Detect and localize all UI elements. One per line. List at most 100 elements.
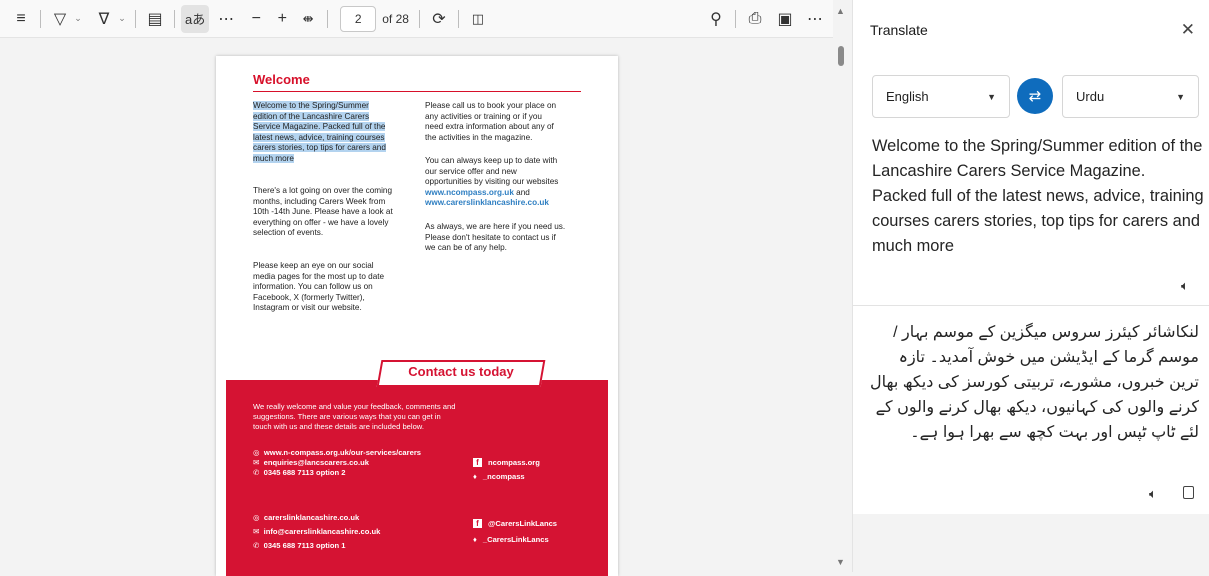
save-icon[interactable]: ▣: [772, 5, 798, 33]
text-line: 10th -14th June. Please have a look at: [253, 207, 393, 216]
add-text-icon[interactable]: ▤: [142, 5, 168, 33]
heading-rule: [253, 91, 581, 92]
more-tools-icon[interactable]: ⋯: [213, 5, 239, 33]
ncompass-social: f ncompass.org ♦ _ncompass: [473, 456, 613, 484]
text-line: We really welcome and value your feedbac…: [253, 402, 456, 411]
speaker-icon[interactable]: 🔈︎: [1149, 486, 1157, 502]
toolbar-divider: [457, 9, 459, 28]
vertical-scrollbar[interactable]: ▲ ▼: [833, 0, 848, 572]
ncompass-phone: 0345 688 7113 option 2: [263, 468, 346, 477]
text-line[interactable]: latest news, advice, training courses: [253, 132, 385, 142]
text-line: touch with us and these details are incl…: [253, 422, 424, 431]
panel-header: Translate ✕: [853, 0, 1209, 60]
text-line[interactable]: Service Magazine. Packed full of the: [253, 122, 386, 131]
draw-icon[interactable]: ∇: [91, 5, 117, 33]
contact-title: Contact us today: [408, 364, 514, 379]
ncompass-website[interactable]: www.n-compass.org.uk/our-services/carers: [264, 448, 421, 457]
toolbar-divider: [418, 9, 420, 28]
source-language-label: English: [886, 89, 929, 104]
panel-divider: [853, 305, 1209, 306]
toolbar-divider: [327, 9, 329, 28]
col1-highlighted-paragraph[interactable]: Welcome to the Spring/Summer edition of …: [253, 101, 413, 164]
ncompass-twitter[interactable]: _ncompass: [483, 472, 525, 481]
page-count: of 28: [382, 11, 409, 26]
text-line: You can always keep up to date with: [425, 156, 558, 165]
col2-paragraph-3: As always, we are here if you need us. P…: [425, 222, 595, 254]
facebook-icon: f: [473, 458, 482, 467]
carerslink-facebook[interactable]: @CarersLinkLancs: [488, 519, 557, 528]
page-number-input[interactable]: 2: [340, 5, 377, 32]
swap-languages-button[interactable]: ⇄: [1017, 78, 1053, 114]
rotate-icon[interactable]: ⟳: [426, 5, 452, 33]
draw-options-chevron-icon[interactable]: ⌄: [115, 5, 129, 33]
phone-icon: ✆: [253, 541, 260, 550]
toolbar-divider: [735, 9, 736, 28]
text-line[interactable]: edition of the Lancashire Carers: [253, 111, 370, 121]
pdf-viewer: ≡ ▽ ⌄ ∇ ⌄ ▤ aあ ⋯ − + ⇼ 2 of 28 ⟳ ◫ ⚲ ⎙ ▣…: [0, 0, 848, 576]
page-view-icon[interactable]: ◫: [465, 5, 491, 33]
carerslink-email[interactable]: info@carerslinklancashire.co.uk: [264, 527, 381, 536]
page-heading: Welcome: [253, 72, 310, 87]
col2-paragraph-1: Please call us to book your place on any…: [425, 101, 585, 143]
ncompass-email[interactable]: enquiries@lancscarers.co.uk: [264, 458, 369, 467]
search-icon[interactable]: ⚲: [703, 5, 729, 33]
col2-paragraph-2: You can always keep up to date with our …: [425, 156, 595, 209]
text-line: everything on offer - we have a lovely: [253, 217, 389, 227]
text-line: the activities in the magazine.: [425, 132, 533, 142]
carerslink-twitter[interactable]: _CarersLinkLancs: [483, 535, 549, 544]
carerslink-phone: 0345 688 7113 option 1: [263, 541, 346, 550]
target-language-select[interactable]: Urdu ▼: [1062, 75, 1199, 118]
scroll-down-icon[interactable]: ▼: [836, 557, 845, 567]
source-text: Welcome to the Spring/Summer edition of …: [872, 137, 1204, 255]
chevron-down-icon: ▼: [1176, 91, 1185, 102]
text-line: information. You can follow us on: [253, 282, 373, 291]
table-of-contents-icon[interactable]: ≡: [8, 5, 34, 33]
scroll-thumb[interactable]: [838, 46, 844, 66]
text-line: selection of events.: [253, 228, 324, 237]
text-line: need extra information about any of: [425, 122, 554, 131]
globe-icon: ◎: [253, 513, 260, 522]
facebook-icon: f: [473, 519, 482, 528]
text-line: Please keep an eye on our social: [253, 261, 374, 270]
more-options-icon[interactable]: ⋯: [802, 5, 828, 33]
pdf-toolbar: ≡ ▽ ⌄ ∇ ⌄ ▤ aあ ⋯ − + ⇼ 2 of 28 ⟳ ◫ ⚲ ⎙ ▣…: [0, 0, 848, 38]
carerslink-website[interactable]: carerslinklancashire.co.uk: [264, 513, 359, 522]
highlight-options-chevron-icon[interactable]: ⌄: [71, 5, 85, 33]
text-line: media pages for the most up to date: [253, 271, 385, 281]
zoom-in-icon[interactable]: +: [269, 5, 295, 33]
source-language-select[interactable]: English ▼: [872, 75, 1010, 118]
toolbar-divider: [135, 9, 136, 28]
toolbar-divider: [174, 9, 175, 28]
translated-text: لنکاشائر کیئرز سروس میگزین کے موسم بہار …: [870, 324, 1199, 441]
col1-paragraph-3: Please keep an eye on our social media p…: [253, 261, 413, 314]
text-line[interactable]: much more: [253, 153, 294, 163]
text-line: Please call us to book your place on: [425, 101, 557, 110]
close-icon[interactable]: ✕: [1181, 20, 1195, 40]
text-line[interactable]: Welcome to the Spring/Summer: [253, 101, 369, 110]
zoom-out-icon[interactable]: −: [243, 5, 269, 33]
text-line: we can be of any help.: [425, 243, 507, 252]
text-line: Please don't hesitate to contact us if: [425, 232, 556, 242]
ncompass-facebook[interactable]: ncompass.org: [488, 458, 540, 467]
text-line: any activities or training or if you: [425, 111, 542, 121]
text-line: our service offer and new: [425, 166, 517, 176]
read-aloud-button[interactable]: aあ: [181, 4, 210, 33]
text-line: opportunities by visiting our websites: [425, 177, 559, 186]
text-and: and: [516, 187, 530, 197]
translate-panel: Translate ✕ English ▼ ⇄ Urdu ▼ Welcome t…: [852, 0, 1209, 572]
copy-icon[interactable]: [1183, 486, 1194, 499]
text-line[interactable]: carers stories, top tips for carers and: [253, 143, 386, 152]
text-line: months, including Carers Week from: [253, 196, 386, 206]
carerslink-contact-block: ◎ carerslinklancashire.co.uk ✉ info@care…: [253, 511, 473, 553]
speaker-icon[interactable]: 🔈︎: [1181, 278, 1189, 294]
highlight-icon[interactable]: ▽: [47, 5, 73, 33]
chevron-down-icon: ▼: [987, 91, 996, 102]
ncompass-link[interactable]: www.ncompass.org.uk: [425, 188, 514, 197]
carerslink-social: f @CarersLinkLancs ♦ _CarersLinkLancs: [473, 516, 613, 548]
print-icon[interactable]: ⎙: [742, 5, 768, 33]
email-icon: ✉: [253, 527, 260, 536]
twitter-icon: ♦: [473, 535, 477, 544]
scroll-up-icon[interactable]: ▲: [836, 6, 845, 16]
fit-to-width-icon[interactable]: ⇼: [295, 5, 321, 33]
carerslink-link[interactable]: www.carerslinklancashire.co.uk: [425, 198, 549, 207]
